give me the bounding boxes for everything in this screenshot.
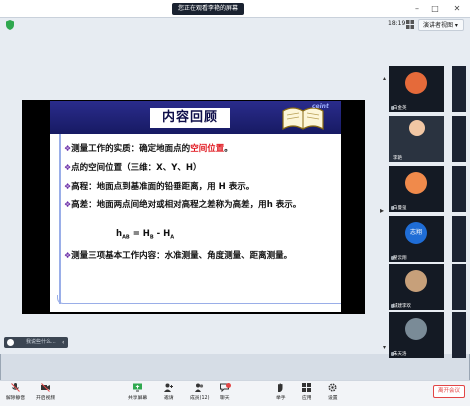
- participant-tile[interactable]: 朱天洛: [389, 312, 444, 358]
- highlight-text: 空间位置: [190, 144, 225, 154]
- avatar: [405, 270, 427, 292]
- invite-button[interactable]: 邀请: [164, 383, 174, 401]
- raise-hand-icon: [278, 383, 283, 392]
- sidebar-scroll-strip[interactable]: [452, 312, 466, 358]
- presentation-slide: 内容回顾 ceint ❖测量工作的实质：确定地面点的空间位置。 ❖点的空间位置（…: [50, 101, 341, 312]
- slide-title: 内容回顾: [150, 108, 230, 128]
- participant-tile-active[interactable]: 李艳: [389, 116, 444, 162]
- chat-input-bar[interactable]: 我说些什么... ‹: [4, 337, 68, 348]
- emoji-icon[interactable]: [7, 339, 14, 346]
- speaker-view-label: 演讲者视图: [423, 22, 454, 29]
- start-video-button[interactable]: 开启视频: [36, 383, 55, 401]
- slide-line-4: ❖高差：地面两点间绝对或相对高程之差称为高差，用h 表示。: [64, 200, 302, 210]
- settings-button[interactable]: 设置: [328, 383, 338, 401]
- slide-rail: [59, 134, 61, 304]
- participant-tile[interactable]: 城建李欢: [389, 264, 444, 310]
- settings-icon: [328, 383, 337, 392]
- slide-line-3: ❖高程：地面点到基准面的铅垂距离，用 H 表示。: [64, 182, 255, 192]
- members-icon: [195, 383, 204, 392]
- meeting-timer: 18:19: [388, 20, 406, 27]
- mic-muted-icon: [11, 383, 20, 392]
- slide-line-2: ❖点的空间位置（三维：X、Y、H）: [64, 163, 202, 173]
- bottom-toolbar: [0, 380, 470, 406]
- share-screen-button[interactable]: 共享屏幕: [128, 383, 147, 401]
- leave-meeting-button[interactable]: 离开会议: [433, 385, 465, 398]
- chat-input-placeholder: 我说些什么...: [26, 339, 56, 345]
- members-button[interactable]: 成员(12): [190, 383, 209, 401]
- slide-brand: ceint: [312, 103, 329, 110]
- share-screen-icon: [133, 383, 143, 392]
- next-page-arrow-icon[interactable]: ▸: [380, 206, 384, 215]
- maximize-icon[interactable]: □: [430, 4, 440, 14]
- camera-off-icon: [41, 383, 51, 392]
- unmute-button[interactable]: 解除静音: [6, 383, 25, 401]
- slide-line-1: ❖测量工作的实质：确定地面点的空间位置。: [64, 144, 233, 154]
- participant-tile[interactable]: 白曼玺: [389, 166, 444, 212]
- sidebar-scroll-strip[interactable]: [452, 116, 466, 162]
- scroll-down-arrow-icon[interactable]: ▾: [383, 344, 386, 351]
- apps-icon: [302, 383, 312, 392]
- avatar: [405, 172, 427, 194]
- raise-hand-button[interactable]: 举手: [276, 383, 286, 401]
- sidebar-scroll-strip[interactable]: [452, 216, 466, 262]
- chat-notification-badge: [226, 383, 231, 388]
- sidebar-scroll-strip[interactable]: [452, 166, 466, 212]
- slide-footer-border: [57, 295, 341, 304]
- avatar: [409, 120, 425, 136]
- shield-icon[interactable]: [6, 20, 14, 30]
- layout-grid-icon[interactable]: [406, 20, 414, 29]
- invite-icon: [164, 383, 174, 392]
- chevron-left-icon[interactable]: ‹: [62, 337, 64, 348]
- minimize-icon[interactable]: –: [412, 4, 422, 14]
- avatar: [405, 72, 427, 94]
- participant-tile[interactable]: 志翔 翟云翔: [389, 216, 444, 262]
- sidebar-scroll-strip[interactable]: [452, 264, 466, 310]
- sidebar-scroll-strip[interactable]: [452, 66, 466, 112]
- slide-line-5: ❖测量三项基本工作内容：水准测量、角度测量、距离测量。: [64, 251, 293, 261]
- avatar: [405, 318, 427, 340]
- height-difference-formula: hAB = HB - HA: [116, 229, 175, 241]
- speaker-view-button[interactable]: 演讲者视图 ▾: [418, 19, 464, 31]
- participant-tile[interactable]: 白金英: [389, 66, 444, 112]
- apps-button[interactable]: 应用: [302, 383, 312, 401]
- scroll-up-arrow-icon[interactable]: ▴: [383, 75, 386, 82]
- avatar: 志翔: [405, 222, 427, 244]
- window-title: 您正在观看李艳的屏幕: [172, 3, 245, 15]
- close-icon[interactable]: ✕: [452, 4, 462, 14]
